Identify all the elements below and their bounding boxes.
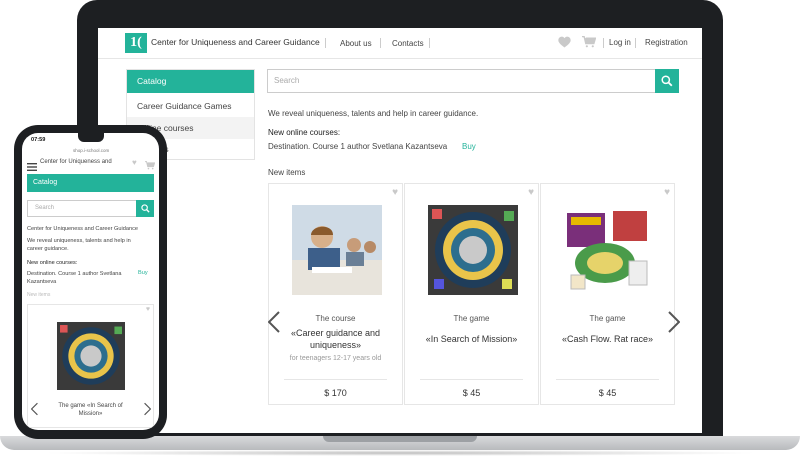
phone-catalog-button[interactable]: Catalog — [27, 174, 154, 192]
nav-about-us[interactable]: About us — [340, 39, 372, 48]
cart-icon[interactable] — [145, 157, 156, 175]
product-card[interactable]: ♥ The course «Career guidance and unique… — [268, 183, 403, 405]
phone-online-title: New online courses: — [27, 260, 78, 266]
phone-clock: 07:59 — [31, 137, 46, 143]
chevron-left-icon[interactable] — [30, 402, 38, 421]
new-items-title: New items — [268, 168, 306, 177]
card-divider — [556, 379, 659, 380]
laptop-shadow — [40, 450, 760, 456]
chevron-right-icon[interactable] — [144, 402, 152, 421]
nav-separator — [603, 38, 604, 48]
card-title[interactable]: «Career guidance and uniqueness» — [275, 327, 396, 351]
card-price: $ 170 — [324, 388, 347, 398]
nav-separator — [429, 38, 430, 48]
card-divider — [284, 379, 387, 380]
site-logo[interactable]: 1( — [125, 33, 147, 53]
phone-intro: We reveal uniqueness, talents and help i… — [27, 238, 131, 252]
laptop-screen: 1( Center for Uniqueness and Career Guid… — [98, 28, 702, 433]
search-icon — [661, 75, 673, 87]
search-button[interactable] — [655, 69, 679, 93]
card-kind: The game — [453, 314, 490, 323]
nav-separator — [325, 38, 326, 48]
search-icon — [141, 204, 150, 213]
chevron-right-icon[interactable] — [668, 311, 681, 337]
online-course-name[interactable]: Destination. Course 1 author Svetlana Ka… — [268, 142, 447, 151]
phone-search-input[interactable]: Search — [27, 200, 137, 217]
phone-screen: 07:59 shop.i-school.com Center for Uniqu… — [22, 133, 159, 430]
card-title[interactable]: «Cash Flow. Rat race» — [547, 333, 668, 345]
card-title[interactable]: «In Search of Mission» — [411, 333, 532, 345]
intro-text: We reveal uniqueness, talents and help i… — [268, 109, 479, 118]
heart-icon[interactable]: ♥ — [528, 187, 534, 198]
phone-card-caption[interactable]: The game «In Search of Mission» — [54, 402, 127, 418]
heart-icon[interactable]: ♥ — [146, 306, 150, 313]
registration-link[interactable]: Registration — [645, 38, 688, 47]
card-kind: The game — [589, 314, 626, 323]
card-subtitle: for teenagers 12-17 years old — [289, 355, 382, 362]
catalog-header[interactable]: Catalog — [127, 70, 254, 93]
site-name[interactable]: Center for Uniqueness and Career Guidanc… — [151, 37, 320, 47]
heart-icon[interactable]: ♥ — [132, 158, 137, 167]
heart-icon[interactable]: ♥ — [392, 187, 398, 198]
phone-buy-link[interactable]: Buy — [138, 270, 148, 276]
login-link[interactable]: Log in — [609, 38, 631, 47]
catalog-item-career-guidance-games[interactable]: Career Guidance Games — [127, 95, 254, 117]
product-image-board-game — [428, 205, 518, 295]
card-price: $ 45 — [462, 388, 481, 398]
nav-separator — [635, 38, 636, 48]
phone-product-card[interactable]: ♥ The game «In Search of Mission» — [27, 304, 154, 428]
heart-icon[interactable] — [558, 36, 571, 50]
phone-title: Center for Uniqueness and Career Guidanc… — [27, 226, 139, 232]
nav-separator — [380, 38, 381, 48]
phone-product-image-board-game — [57, 322, 125, 390]
search-input[interactable]: Search — [267, 69, 656, 93]
site-header: 1( Center for Uniqueness and Career Guid… — [98, 28, 702, 59]
product-card[interactable]: ♥ The game «Cash Flow. Rat race» $ 45 — [540, 183, 675, 405]
cart-icon[interactable] — [582, 35, 597, 50]
phone-search-button[interactable] — [136, 200, 154, 217]
online-courses-title: New online courses: — [268, 128, 341, 137]
phone-site-name[interactable]: Center for Uniqueness and — [40, 159, 112, 165]
product-image-students — [292, 205, 382, 295]
phone-course-name[interactable]: Destination. Course 1 author Svetlana Ka… — [27, 270, 122, 286]
card-divider — [420, 379, 523, 380]
card-kind: The course — [315, 314, 356, 323]
phone-notch — [78, 133, 104, 142]
card-price: $ 45 — [598, 388, 617, 398]
nav-contacts[interactable]: Contacts — [392, 39, 424, 48]
phone-url: shop.i-school.com — [73, 148, 110, 153]
laptop-hinge-notch — [323, 436, 477, 442]
phone-new-items-title: New items — [27, 292, 51, 298]
product-card[interactable]: ♥ The game «In Search of Mission» $ 45 — [404, 183, 539, 405]
product-image-cashflow — [563, 205, 653, 295]
heart-icon[interactable]: ♥ — [664, 187, 670, 198]
buy-link[interactable]: Buy — [462, 142, 476, 151]
chevron-left-icon[interactable] — [267, 311, 280, 338]
